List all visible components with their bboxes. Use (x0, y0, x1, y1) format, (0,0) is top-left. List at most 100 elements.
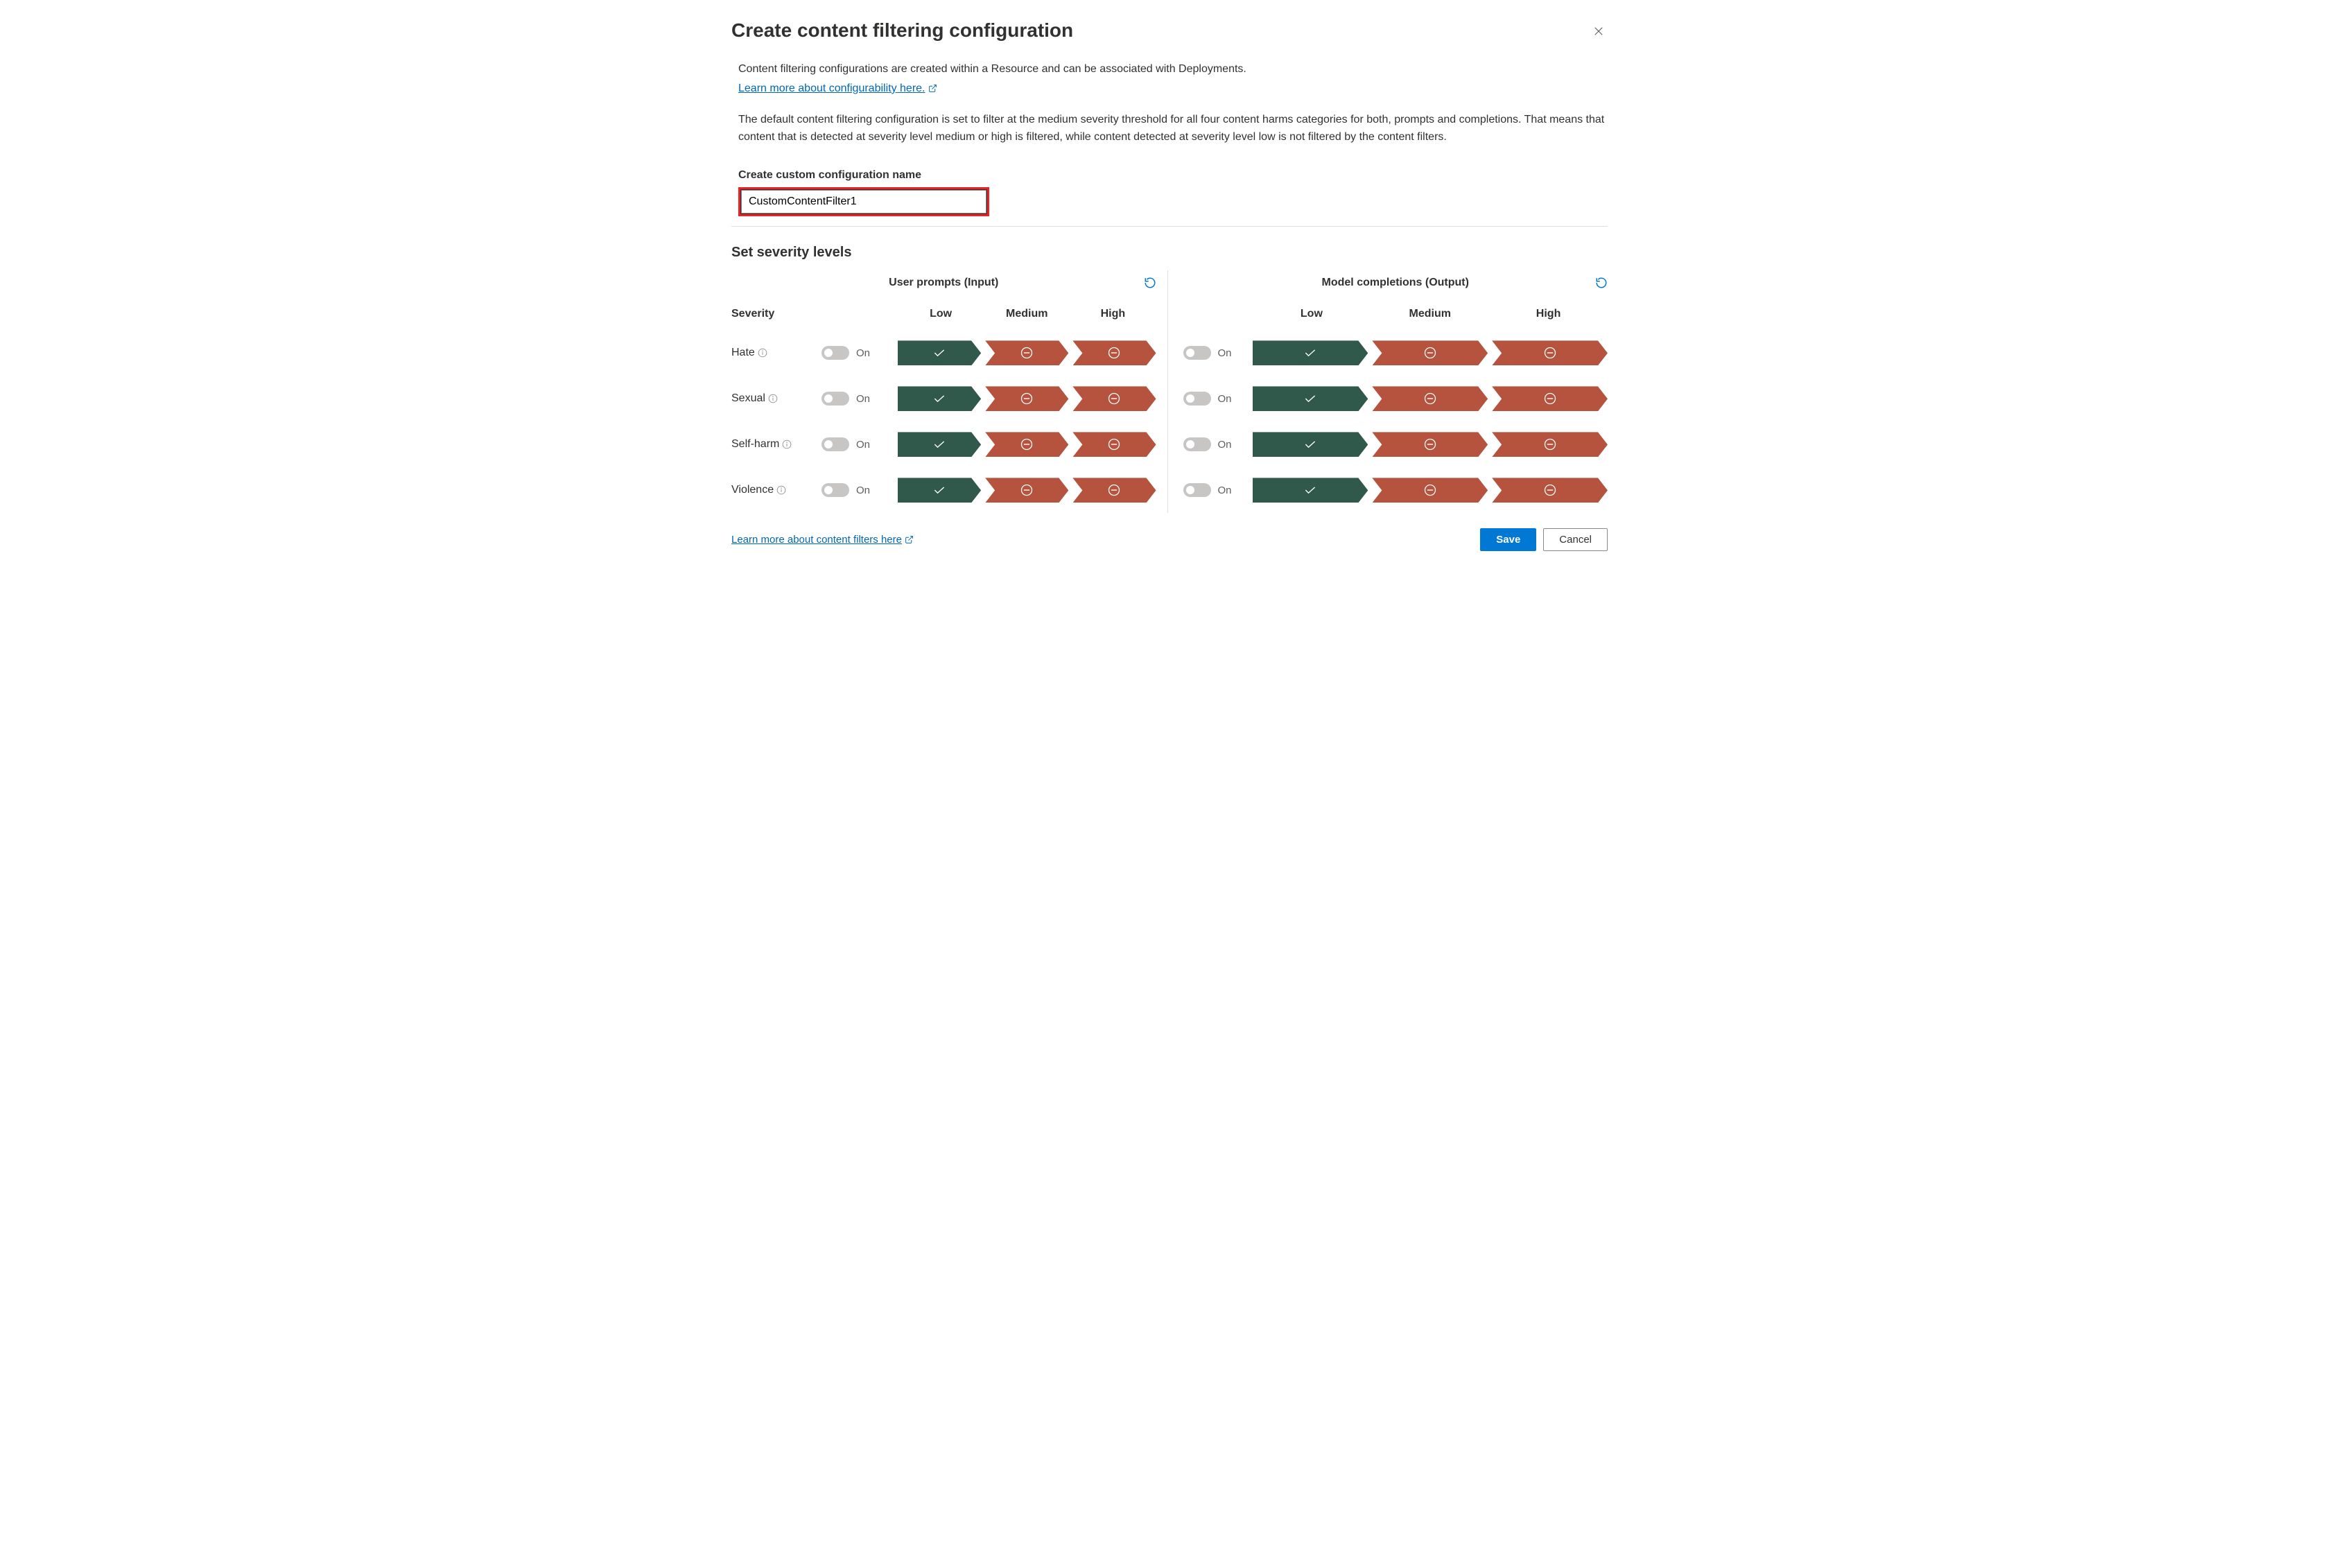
enable-toggle-output-violence[interactable] (1183, 483, 1211, 497)
severity-arrow-low[interactable] (1253, 432, 1368, 457)
severity-track (1253, 478, 1608, 503)
level-high-label: High (1489, 308, 1608, 320)
panel-title-input: User prompts (Input) (889, 277, 998, 289)
minus-circle-icon (1543, 437, 1557, 451)
intro-line-1: Content filtering configurations are cre… (738, 61, 1608, 78)
level-high-label: High (1070, 308, 1156, 320)
level-low-label: Low (1253, 308, 1371, 320)
severity-arrow-low[interactable] (1253, 386, 1368, 411)
toggle-label: On (1218, 393, 1232, 405)
config-name-input[interactable] (741, 190, 986, 214)
severity-track (898, 432, 1156, 457)
toggle-cell: On (821, 392, 898, 406)
severity-arrow-high[interactable] (1072, 386, 1156, 411)
toggle-label: On (856, 393, 870, 405)
severity-arrow-high[interactable] (1492, 478, 1608, 503)
panel-user-prompts: User prompts (Input) Severity Low Medium… (731, 270, 1168, 513)
severity-arrow-high[interactable] (1492, 386, 1608, 411)
reset-icon (1595, 277, 1608, 289)
section-divider (731, 226, 1608, 227)
toggle-cell: On (821, 346, 898, 360)
level-low-label: Low (898, 308, 984, 320)
level-medium-label: Medium (984, 308, 1070, 320)
info-icon[interactable] (782, 439, 792, 449)
severity-arrow-med[interactable] (1372, 478, 1488, 503)
toggle-label: On (1218, 485, 1232, 496)
severity-arrow-med[interactable] (1372, 432, 1488, 457)
severity-arrow-med[interactable] (1372, 340, 1488, 365)
category-label: Hate (731, 347, 821, 359)
enable-toggle-input-selfharm[interactable] (821, 437, 849, 451)
severity-arrow-low[interactable] (898, 478, 981, 503)
enable-toggle-output-hate[interactable] (1183, 346, 1211, 360)
minus-circle-icon (1020, 392, 1034, 406)
severity-section-title: Set severity levels (731, 245, 1608, 261)
enable-toggle-input-violence[interactable] (821, 483, 849, 497)
toggle-cell: On (1183, 437, 1253, 451)
intro-line-2: The default content filtering configurat… (738, 112, 1608, 146)
enable-toggle-input-hate[interactable] (821, 346, 849, 360)
save-button[interactable]: Save (1480, 528, 1536, 551)
learn-more-filters-link[interactable]: Learn more about content filters here (731, 534, 914, 546)
toggle-label: On (856, 485, 870, 496)
severity-arrow-high[interactable] (1072, 340, 1156, 365)
category-row-selfharm: Self-harm On (731, 421, 1156, 467)
toggle-label: On (856, 347, 870, 359)
severity-panels: User prompts (Input) Severity Low Medium… (731, 270, 1608, 513)
severity-arrow-med[interactable] (985, 386, 1068, 411)
severity-arrow-high[interactable] (1492, 340, 1608, 365)
dialog-title: Create content filtering configuration (731, 19, 1608, 42)
category-row-violence: Violence On (731, 467, 1156, 513)
learn-more-configurability-link[interactable]: Learn more about configurability here. (738, 82, 937, 95)
severity-arrow-med[interactable] (1372, 386, 1488, 411)
severity-arrow-low[interactable] (898, 386, 981, 411)
severity-arrow-med[interactable] (985, 432, 1068, 457)
reset-output-button[interactable] (1595, 277, 1608, 289)
minus-circle-icon (1543, 392, 1557, 406)
category-label: Self-harm (731, 438, 821, 451)
minus-circle-icon (1020, 483, 1034, 497)
severity-arrow-high[interactable] (1072, 478, 1156, 503)
check-icon (1303, 392, 1317, 406)
category-name: Violence (731, 484, 774, 496)
severity-arrow-high[interactable] (1072, 432, 1156, 457)
category-row-sexual: Sexual On (731, 376, 1156, 421)
severity-arrow-med[interactable] (985, 340, 1068, 365)
category-label: Sexual (731, 392, 821, 405)
severity-arrow-med[interactable] (985, 478, 1068, 503)
severity-arrow-low[interactable] (1253, 340, 1368, 365)
info-icon[interactable] (768, 394, 778, 403)
dialog-footer: Learn more about content filters here Sa… (731, 528, 1608, 551)
reset-input-button[interactable] (1144, 277, 1156, 289)
severity-arrow-low[interactable] (1253, 478, 1368, 503)
severity-arrow-high[interactable] (1492, 432, 1608, 457)
toggle-cell: On (1183, 483, 1253, 497)
info-icon[interactable] (776, 485, 786, 495)
category-name: Sexual (731, 392, 765, 405)
check-icon (932, 346, 946, 360)
severity-track (1253, 340, 1608, 365)
info-icon[interactable] (758, 348, 767, 358)
check-icon (932, 392, 946, 406)
enable-toggle-input-sexual[interactable] (821, 392, 849, 406)
close-button[interactable] (1592, 25, 1605, 37)
toggle-label: On (856, 439, 870, 451)
minus-circle-icon (1543, 346, 1557, 360)
severity-arrow-low[interactable] (898, 340, 981, 365)
minus-circle-icon (1107, 392, 1121, 406)
category-row-hate: Hate On (731, 330, 1156, 376)
cancel-button[interactable]: Cancel (1543, 528, 1608, 551)
config-name-highlight (738, 187, 989, 216)
severity-track (898, 386, 1156, 411)
severity-arrow-low[interactable] (898, 432, 981, 457)
category-label: Violence (731, 484, 821, 496)
category-row-selfharm: On (1183, 421, 1608, 467)
reset-icon (1144, 277, 1156, 289)
check-icon (1303, 437, 1317, 451)
severity-track (1253, 386, 1608, 411)
enable-toggle-output-selfharm[interactable] (1183, 437, 1211, 451)
toggle-cell: On (1183, 346, 1253, 360)
severity-track (898, 340, 1156, 365)
learn-more-configurability-text: Learn more about configurability here. (738, 82, 925, 95)
enable-toggle-output-sexual[interactable] (1183, 392, 1211, 406)
